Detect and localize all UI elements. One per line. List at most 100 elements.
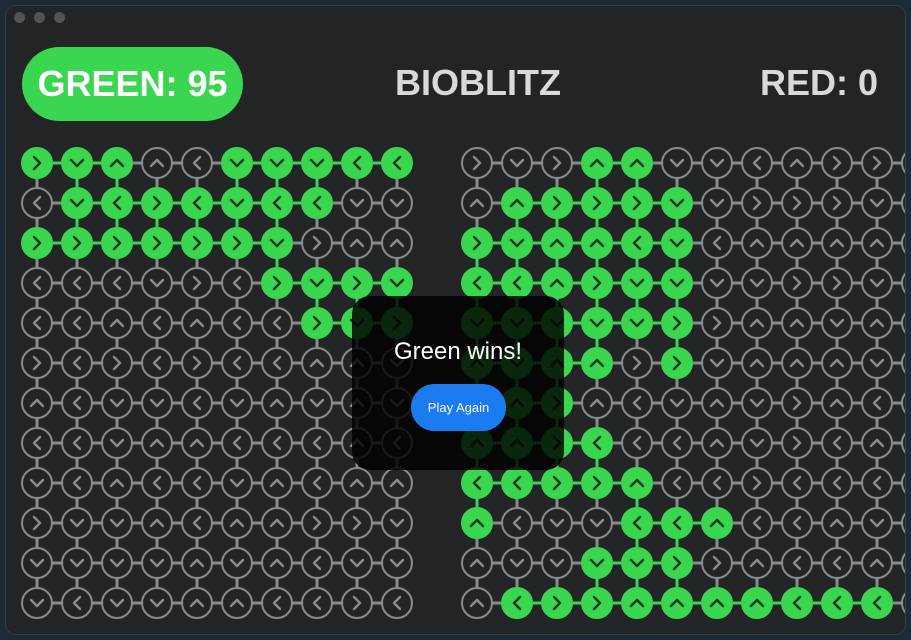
cell-left[interactable] bbox=[101, 187, 133, 219]
cell-down[interactable] bbox=[741, 387, 773, 419]
cell-down[interactable] bbox=[101, 587, 133, 619]
cell-right[interactable] bbox=[581, 187, 613, 219]
cell-up[interactable] bbox=[221, 587, 253, 619]
cell-up[interactable] bbox=[781, 307, 813, 339]
cell-left[interactable] bbox=[181, 467, 213, 499]
cell-right[interactable] bbox=[101, 347, 133, 379]
cell-up[interactable] bbox=[301, 347, 333, 379]
cell-down[interactable] bbox=[541, 507, 573, 539]
cell-up[interactable] bbox=[261, 467, 293, 499]
cell-right[interactable] bbox=[21, 507, 53, 539]
cell-down[interactable] bbox=[621, 267, 653, 299]
cell-right[interactable] bbox=[181, 227, 213, 259]
cell-down[interactable] bbox=[861, 267, 893, 299]
cell-left[interactable] bbox=[661, 427, 693, 459]
cell-right[interactable] bbox=[541, 147, 573, 179]
cell-up[interactable] bbox=[261, 547, 293, 579]
cell-right[interactable] bbox=[341, 267, 373, 299]
cell-up[interactable] bbox=[221, 507, 253, 539]
cell-left[interactable] bbox=[781, 587, 813, 619]
cell-down[interactable] bbox=[501, 227, 533, 259]
cell-left[interactable] bbox=[901, 588, 905, 618]
cell-up[interactable] bbox=[341, 467, 373, 499]
cell-right[interactable] bbox=[861, 147, 893, 179]
cell-right[interactable] bbox=[461, 147, 493, 179]
cell-up[interactable] bbox=[861, 427, 893, 459]
cell-up[interactable] bbox=[821, 387, 853, 419]
cell-down[interactable] bbox=[861, 347, 893, 379]
cell-up[interactable] bbox=[661, 587, 693, 619]
cell-up[interactable] bbox=[861, 307, 893, 339]
cell-down[interactable] bbox=[381, 507, 413, 539]
cell-right[interactable] bbox=[341, 507, 373, 539]
cell-left[interactable] bbox=[621, 427, 653, 459]
cell-down[interactable] bbox=[501, 147, 533, 179]
cell-right[interactable] bbox=[221, 227, 253, 259]
cell-left[interactable] bbox=[661, 507, 693, 539]
cell-up[interactable] bbox=[181, 427, 213, 459]
cell-left[interactable] bbox=[501, 507, 533, 539]
cell-down[interactable] bbox=[101, 507, 133, 539]
cell-up[interactable] bbox=[261, 507, 293, 539]
cell-down[interactable] bbox=[141, 387, 173, 419]
cell-down[interactable] bbox=[141, 587, 173, 619]
cell-right[interactable] bbox=[661, 307, 693, 339]
cell-down[interactable] bbox=[61, 547, 93, 579]
cell-down[interactable] bbox=[341, 187, 373, 219]
cell-left[interactable] bbox=[501, 467, 533, 499]
cell-down[interactable] bbox=[21, 547, 53, 579]
cell-up[interactable] bbox=[141, 507, 173, 539]
cell-right[interactable] bbox=[301, 307, 333, 339]
cell-left[interactable] bbox=[621, 227, 653, 259]
cell-left[interactable] bbox=[61, 307, 93, 339]
cell-up[interactable] bbox=[901, 188, 905, 218]
cell-up[interactable] bbox=[581, 147, 613, 179]
cell-up[interactable] bbox=[581, 387, 613, 419]
cell-down[interactable] bbox=[581, 507, 613, 539]
cell-right[interactable] bbox=[821, 147, 853, 179]
cell-down[interactable] bbox=[741, 267, 773, 299]
cell-right[interactable] bbox=[141, 187, 173, 219]
cell-up[interactable] bbox=[541, 267, 573, 299]
cell-left[interactable] bbox=[21, 427, 53, 459]
cell-up[interactable] bbox=[701, 507, 733, 539]
cell-left[interactable] bbox=[381, 147, 413, 179]
cell-right[interactable] bbox=[141, 227, 173, 259]
cell-up[interactable] bbox=[781, 147, 813, 179]
cell-right[interactable] bbox=[741, 467, 773, 499]
cell-up[interactable] bbox=[461, 507, 493, 539]
cell-left[interactable] bbox=[261, 307, 293, 339]
cell-up[interactable] bbox=[821, 227, 853, 259]
cell-up[interactable] bbox=[781, 227, 813, 259]
cell-left[interactable] bbox=[821, 587, 853, 619]
cell-down[interactable] bbox=[901, 268, 905, 298]
cell-down[interactable] bbox=[741, 427, 773, 459]
cell-right[interactable] bbox=[181, 267, 213, 299]
cell-up[interactable] bbox=[381, 227, 413, 259]
cell-left[interactable] bbox=[61, 267, 93, 299]
cell-right[interactable] bbox=[901, 548, 905, 578]
cell-up[interactable] bbox=[821, 507, 853, 539]
cell-left[interactable] bbox=[261, 587, 293, 619]
cell-left[interactable] bbox=[501, 267, 533, 299]
cell-down[interactable] bbox=[61, 147, 93, 179]
cell-down[interactable] bbox=[701, 347, 733, 379]
cell-left[interactable] bbox=[61, 347, 93, 379]
cell-right[interactable] bbox=[701, 547, 733, 579]
cell-right[interactable] bbox=[781, 187, 813, 219]
cell-left[interactable] bbox=[21, 267, 53, 299]
cell-up[interactable] bbox=[861, 227, 893, 259]
cell-left[interactable] bbox=[301, 547, 333, 579]
cell-down[interactable] bbox=[501, 547, 533, 579]
cell-right[interactable] bbox=[541, 187, 573, 219]
cell-right[interactable] bbox=[701, 307, 733, 339]
cell-left[interactable] bbox=[61, 467, 93, 499]
cell-up[interactable] bbox=[741, 347, 773, 379]
cell-up[interactable] bbox=[781, 347, 813, 379]
cell-right[interactable] bbox=[21, 147, 53, 179]
cell-down[interactable] bbox=[221, 547, 253, 579]
cell-down[interactable] bbox=[221, 467, 253, 499]
cell-up[interactable] bbox=[741, 587, 773, 619]
cell-up[interactable] bbox=[541, 227, 573, 259]
cell-down[interactable] bbox=[221, 147, 253, 179]
